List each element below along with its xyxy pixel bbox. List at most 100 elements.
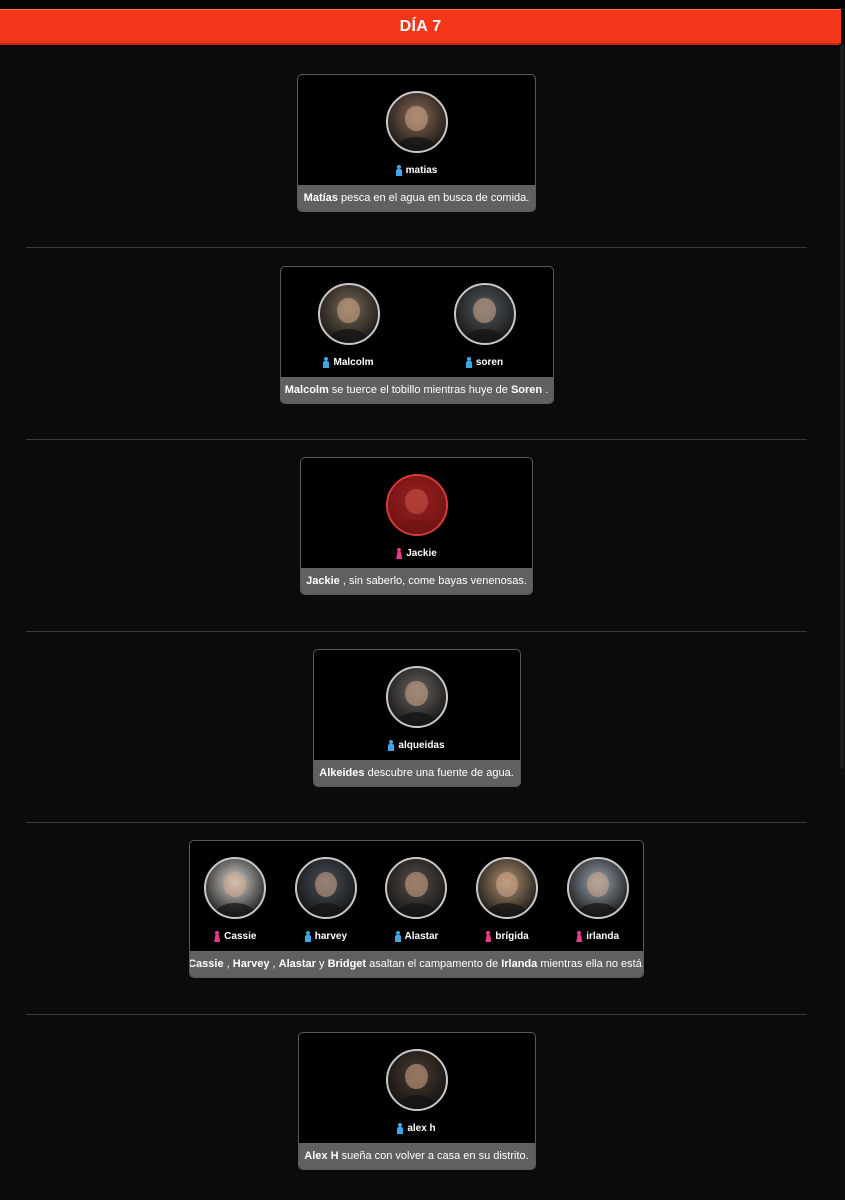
- caption-text: sueña con volver a casa en su distrito.: [338, 1150, 529, 1162]
- participant: brígida: [464, 857, 551, 951]
- caption-text: ,: [223, 958, 233, 970]
- event-caption: Alkeides descubre una fuente de agua.: [313, 760, 520, 786]
- avatar-body-shape: [463, 329, 506, 343]
- participants: alqueidas: [314, 650, 520, 760]
- event-card: matias Matías pesca en el agua en busca d…: [297, 74, 536, 212]
- avatar-body-shape: [214, 903, 257, 917]
- male-icon: [465, 357, 472, 368]
- icon-head: [215, 931, 220, 935]
- event-divider: [26, 247, 807, 248]
- caption-text: asaltan el campamento de: [366, 958, 502, 970]
- icon-body: [388, 744, 395, 751]
- avatar-head-shape: [405, 1063, 428, 1090]
- participants: Malcolm soren: [281, 267, 553, 377]
- avatar-head-shape: [586, 871, 609, 898]
- event-card: alqueidas Alkeides descubre una fuente de…: [312, 649, 521, 787]
- participant-name: alqueidas: [388, 740, 445, 751]
- participant: Jackie: [373, 474, 460, 568]
- avatar[interactable]: [385, 91, 448, 153]
- icon-head: [577, 931, 582, 935]
- participants: matias: [298, 75, 535, 185]
- male-icon: [304, 931, 311, 942]
- avatar-body-shape: [395, 1095, 438, 1109]
- participant: alqueidas: [373, 666, 460, 760]
- avatar-head-shape: [473, 297, 496, 324]
- caption-name: Harvey: [232, 958, 270, 970]
- avatar[interactable]: [294, 857, 357, 919]
- icon-head: [397, 548, 402, 552]
- event-divider: [26, 822, 807, 823]
- male-icon: [388, 740, 395, 751]
- avatar-body-shape: [486, 903, 528, 917]
- male-icon: [397, 1123, 404, 1134]
- caption-name: Matías: [303, 192, 338, 204]
- participant-name-text: soren: [475, 357, 504, 368]
- icon-body: [576, 935, 583, 942]
- avatar[interactable]: [385, 857, 448, 919]
- male-icon: [395, 165, 402, 176]
- caption-text: , sin saberlo, come bayas venenosas.: [339, 575, 527, 587]
- avatar[interactable]: [385, 1049, 448, 1111]
- avatar-head-shape: [405, 871, 428, 898]
- participant-name-text: alex h: [407, 1123, 436, 1134]
- event-caption: Alex H sueña con volver a casa en su dis…: [298, 1143, 535, 1169]
- participant-name: Alastar: [394, 931, 438, 942]
- event-row: Cassie harvey Alastar brígida irlanda Cassie …: [0, 840, 833, 978]
- caption-name: Cassie: [189, 958, 224, 970]
- icon-body: [465, 361, 472, 368]
- participant-name: soren: [465, 357, 504, 368]
- caption-name: Malcolm: [284, 384, 329, 396]
- event-divider: [26, 439, 807, 440]
- participant: Alastar: [373, 857, 460, 951]
- participant: Malcolm: [305, 283, 392, 377]
- participant: matias: [373, 91, 460, 185]
- caption-name: Alex H: [304, 1150, 339, 1162]
- event-card: Malcolm soren Malcolm se tuerce el tobillo…: [279, 266, 554, 404]
- avatar-body-shape: [395, 137, 438, 151]
- caption-name: Alkeides: [319, 767, 365, 779]
- avatar-body-shape: [395, 903, 438, 917]
- participant-name-text: Malcolm: [333, 357, 374, 368]
- avatar[interactable]: [385, 666, 448, 728]
- event-caption: Cassie , Harvey , Alastar y Bridget asal…: [190, 951, 643, 977]
- avatar[interactable]: [476, 857, 539, 919]
- participant-name: brígida: [485, 931, 529, 942]
- participant: Cassie: [192, 857, 279, 951]
- avatar[interactable]: [453, 283, 516, 345]
- participant-name-text: Jackie: [406, 548, 437, 559]
- avatar[interactable]: [566, 857, 629, 919]
- avatar-head-shape: [337, 297, 360, 324]
- avatar[interactable]: [385, 474, 448, 536]
- avatar-body-shape: [395, 712, 438, 726]
- avatar-head-shape: [314, 871, 337, 898]
- caption-name: Bridget: [327, 958, 367, 970]
- avatar-head-shape: [405, 488, 428, 515]
- caption-name: Irlanda: [501, 958, 538, 970]
- caption-name: Alastar: [278, 958, 316, 970]
- icon-body: [304, 935, 311, 942]
- participant-name: Malcolm: [323, 357, 374, 368]
- avatar-body-shape: [576, 903, 619, 917]
- avatar[interactable]: [204, 857, 267, 919]
- female-icon: [396, 548, 403, 559]
- avatar-head-shape: [405, 105, 428, 132]
- participant-name: harvey: [304, 931, 348, 942]
- participants: Jackie: [301, 458, 532, 568]
- icon-body: [397, 1127, 404, 1134]
- participant-name-text: brígida: [495, 931, 529, 942]
- caption-text: se tuerce el tobillo mientras huye de: [328, 384, 511, 396]
- participant-name: irlanda: [576, 931, 619, 942]
- event-caption: Malcolm se tuerce el tobillo mientras hu…: [280, 377, 553, 403]
- icon-body: [485, 935, 492, 942]
- avatar[interactable]: [317, 283, 380, 345]
- caption-text: pesca en el agua en busca de comida.: [337, 192, 530, 204]
- icon-body: [396, 552, 403, 559]
- scrollbar-thumb[interactable]: [840, 44, 844, 769]
- avatar-head-shape: [224, 871, 247, 898]
- participant: soren: [441, 283, 528, 377]
- participant: irlanda: [554, 857, 641, 951]
- participant-name-text: harvey: [314, 931, 348, 942]
- caption-text: descubre una fuente de agua.: [364, 767, 514, 779]
- avatar-head-shape: [405, 680, 428, 707]
- participant-name: alex h: [397, 1123, 436, 1134]
